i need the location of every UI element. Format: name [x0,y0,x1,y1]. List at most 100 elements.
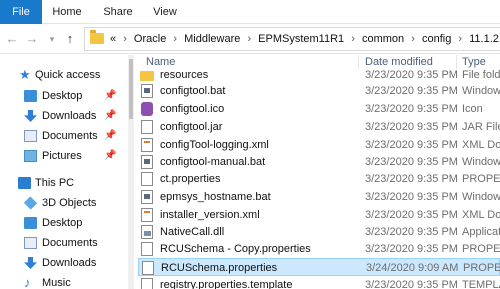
file-name: epmsys_hostname.bat [160,191,271,203]
navigation-bar: ← → ▾ ↑ « › Oracle › Middleware › EPMSys… [0,24,500,54]
file-type: Windows Batch File [462,191,500,203]
pin-icon[interactable]: 📌 [104,106,116,126]
file-icon [141,172,153,186]
file-type: TEMPLATE File [462,279,500,289]
file-name: configTool-logging.xml [160,139,269,151]
tab-share[interactable]: Share [98,0,138,24]
file-date: 3/23/2020 9:35 PM [365,226,458,238]
file-date: 3/23/2020 9:35 PM [365,279,458,289]
breadcrumb-separator[interactable]: › [173,33,177,45]
list-item[interactable]: epmsys_hostname.bat 3/23/2020 9:35 PM Wi… [138,188,500,206]
file-type: PROPERTIES File [462,173,500,185]
file-type: Windows Batch File [462,85,500,97]
breadcrumb-config[interactable]: config [422,33,451,45]
list-item[interactable]: RCUSchema - Copy.properties 3/23/2020 9:… [138,240,500,258]
breadcrumb-epmsystem[interactable]: EPMSystem11R1 [258,33,344,45]
back-button[interactable]: ← [4,30,20,48]
breadcrumb-separator[interactable]: › [411,33,415,45]
breadcrumb-separator[interactable]: › [247,33,251,45]
sidebar-item-label: Desktop [42,90,83,102]
list-item[interactable]: configTool-logging.xml 3/23/2020 9:35 PM… [138,136,500,154]
batch-file-icon [141,155,153,169]
list-item[interactable]: configtool.jar 3/23/2020 9:35 PM JAR Fil… [138,118,500,136]
recent-locations-button[interactable]: ▾ [44,30,60,48]
list-item-selected[interactable]: RCUSchema.properties 3/24/2020 9:09 AM P… [138,258,500,276]
file-date: 3/23/2020 9:35 PM [365,243,458,255]
file-date: 3/24/2020 9:09 AM [366,262,459,274]
folder-icon [90,30,104,44]
scrollbar-thumb[interactable] [129,59,133,119]
pin-icon[interactable]: 📌 [104,146,116,166]
sidebar-item-quick-access[interactable]: ★ Quick access [0,65,128,85]
list-item[interactable]: NativeCall.dll 3/23/2020 9:35 PM Applica… [138,223,500,241]
sidebar-item-label: Pictures [42,150,82,162]
music-icon: ♪ [24,275,31,289]
sidebar-item-downloads[interactable]: Downloads 📌 [0,106,128,126]
computer-icon [18,177,31,189]
file-date: 3/23/2020 9:35 PM [365,103,458,115]
breadcrumb-common[interactable]: common [362,33,404,45]
breadcrumb-middleware[interactable]: Middleware [184,33,240,45]
ribbon: File Home Share View [0,0,500,24]
pin-icon[interactable]: 📌 [104,86,116,106]
desktop-icon [24,90,37,102]
file-icon [142,261,154,275]
pin-icon[interactable]: 📌 [104,126,116,146]
sidebar-item-music[interactable]: ♪ Music [0,273,128,289]
file-name: configtool.jar [160,121,223,133]
file-type: Application extension [462,226,500,238]
pictures-icon [24,150,37,162]
breadcrumb-overflow[interactable]: « [110,33,116,45]
documents-icon [24,130,37,142]
tab-file[interactable]: File [0,0,42,24]
sidebar-item-3d-objects[interactable]: 3D Objects [0,193,128,213]
up-button[interactable]: ↑ [62,30,78,48]
file-icon [141,242,153,256]
cube-icon [23,196,38,210]
breadcrumb-oracle[interactable]: Oracle [134,33,166,45]
file-name: RCUSchema - Copy.properties [160,243,311,255]
list-item[interactable]: configtool.ico 3/23/2020 9:35 PM Icon [138,100,500,118]
tab-view[interactable]: View [148,0,182,24]
vertical-scrollbar[interactable] [128,55,134,289]
sidebar-item-downloads-pc[interactable]: Downloads [0,253,128,273]
sidebar-item-pictures[interactable]: Pictures 📌 [0,146,128,166]
list-item[interactable]: configtool.bat 3/23/2020 9:35 PM Windows… [138,82,500,100]
file-name: configtool.ico [160,103,225,115]
forward-button[interactable]: → [24,30,40,48]
sidebar-item-this-pc[interactable]: This PC [0,173,128,193]
sidebar-item-desktop-pc[interactable]: Desktop [0,213,128,233]
dll-file-icon [141,225,153,239]
file-name: RCUSchema.properties [161,262,278,274]
breadcrumb-separator[interactable]: › [123,33,127,45]
file-date: 3/23/2020 9:35 PM [365,173,458,185]
breadcrumb-version[interactable]: 11.1.2.0 [469,33,500,45]
file-date: 3/23/2020 9:35 PM [365,85,458,97]
file-date: 3/23/2020 9:35 PM [365,209,458,221]
breadcrumb-separator[interactable]: › [458,33,462,45]
file-type: JAR File [462,121,500,133]
arrow-up-icon: ↑ [66,31,74,46]
chevron-down-icon: ▾ [49,34,55,44]
list-item[interactable]: ct.properties 3/23/2020 9:35 PM PROPERTI… [138,170,500,188]
sidebar-item-desktop[interactable]: Desktop 📌 [0,86,128,106]
icon-file-icon [141,102,153,116]
download-icon [24,257,37,269]
address-bar[interactable]: « › Oracle › Middleware › EPMSystem11R1 … [84,27,500,51]
file-icon [141,278,153,289]
navigation-pane: ★ Quick access Desktop 📌 Downloads 📌 Doc… [0,55,128,289]
sidebar-item-label: Downloads [42,110,97,122]
sidebar-item-documents-pc[interactable]: Documents [0,233,128,253]
file-name: registry.properties.template [160,279,293,289]
file-name: NativeCall.dll [160,226,225,238]
list-item[interactable]: installer_version.xml 3/23/2020 9:35 PM … [138,206,500,224]
file-type: Windows Batch File [462,156,500,168]
xml-file-icon [141,208,153,222]
tab-home[interactable]: Home [48,0,86,24]
list-item[interactable]: configtool-manual.bat 3/23/2020 9:35 PM … [138,153,500,171]
sidebar-item-documents[interactable]: Documents 📌 [0,126,128,146]
sidebar-item-label: Downloads [42,257,97,269]
sidebar-item-label: This PC [35,177,75,189]
list-item[interactable]: registry.properties.template 3/23/2020 9… [138,276,500,289]
breadcrumb-separator[interactable]: › [351,33,355,45]
